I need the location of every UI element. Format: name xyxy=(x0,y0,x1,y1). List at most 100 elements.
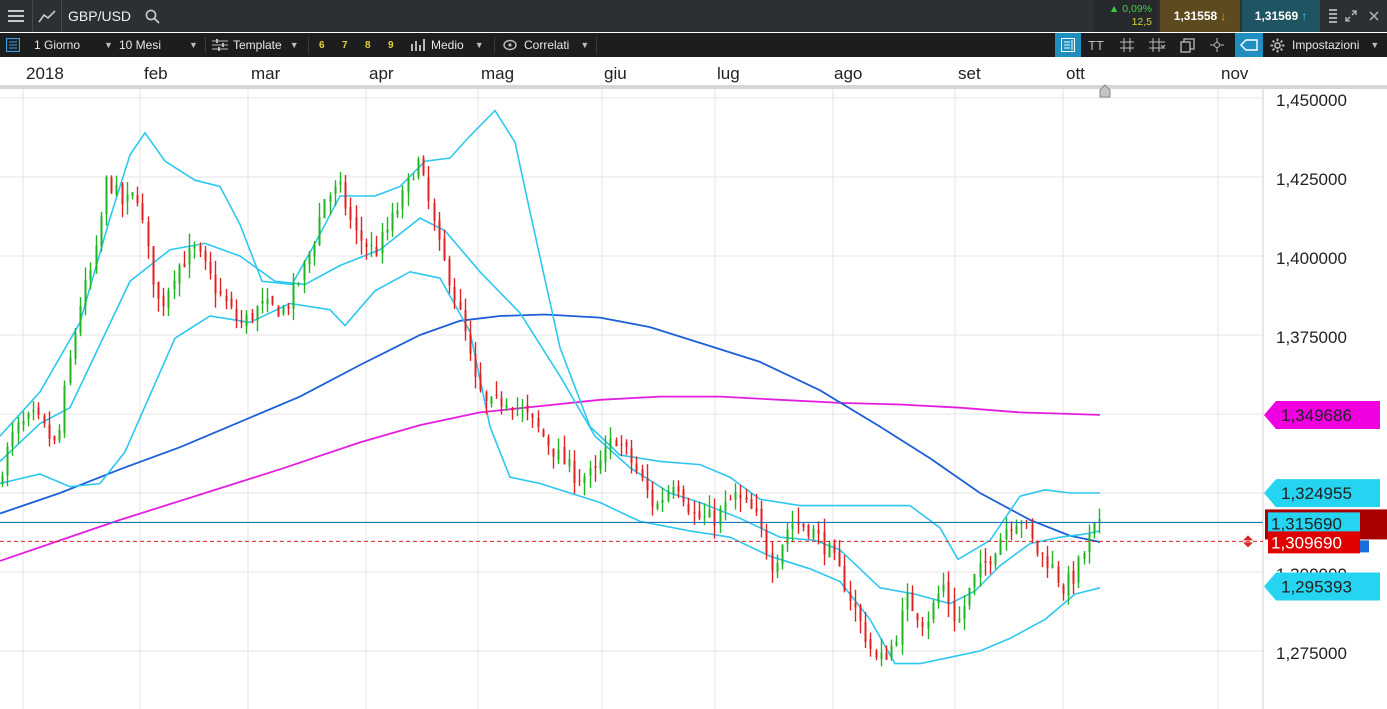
candle-body-down xyxy=(817,530,820,534)
candle-body-down xyxy=(511,408,514,411)
candle-body-up xyxy=(516,407,519,409)
candle-body-down xyxy=(271,296,274,304)
arrow-up-icon: ↑ xyxy=(1301,9,1308,23)
expand-icon[interactable] xyxy=(1340,0,1362,32)
candle-body-up xyxy=(74,333,77,359)
candle-body-down xyxy=(984,560,987,563)
sell-price-button[interactable]: 1,31558 ↓ xyxy=(1160,0,1240,32)
correlated-select[interactable]: Correlati ▼ xyxy=(503,33,589,57)
template-label: Template xyxy=(233,38,282,52)
candle-body-up xyxy=(412,179,415,181)
settings-button[interactable]: Impostazioni ▼ xyxy=(1270,33,1379,57)
candle-body-up xyxy=(505,405,508,408)
candle-body-down xyxy=(573,460,576,483)
candle-body-up xyxy=(329,195,332,202)
candle-body-up xyxy=(115,184,118,195)
crosshair-icon[interactable] xyxy=(1209,33,1225,57)
template-slot-7[interactable]: 7 xyxy=(342,33,348,57)
hamburger-menu-icon[interactable] xyxy=(0,0,33,32)
candle-body-down xyxy=(162,295,165,307)
indicator-lines xyxy=(0,109,1101,665)
candle-body-up xyxy=(667,490,670,501)
candle-body-down xyxy=(755,507,758,512)
candle-body-up xyxy=(126,194,129,202)
candle-body-down xyxy=(682,489,685,503)
candle-body-down xyxy=(474,354,477,378)
toolbar-divider xyxy=(205,37,206,53)
candle-body-down xyxy=(885,652,888,660)
candle-body-down xyxy=(838,551,841,567)
candle-body-up xyxy=(1077,557,1080,583)
search-icon[interactable] xyxy=(141,0,163,32)
candle-body-up xyxy=(994,553,997,565)
candle-body-down xyxy=(542,429,545,437)
candle-body-down xyxy=(443,238,446,260)
candle-body-up xyxy=(1005,529,1008,540)
candle-body-down xyxy=(869,638,872,649)
price-chart[interactable]: 1,450000 1,425000 1,400000 1,375000 1,30… xyxy=(0,89,1387,709)
instrument-symbol[interactable]: GBP/USD xyxy=(68,8,131,24)
text-size-icon[interactable]: TT xyxy=(1088,33,1104,57)
candle-body-up xyxy=(979,563,982,578)
price-label-icon[interactable] xyxy=(1235,33,1263,57)
candle-body-down xyxy=(698,511,701,519)
candle-body-down xyxy=(807,525,810,537)
candle-body-down xyxy=(147,221,150,247)
candle-body-up xyxy=(193,245,196,249)
candle-body-up xyxy=(245,314,248,327)
candle-body-up xyxy=(589,467,592,476)
candle-body-up xyxy=(386,229,389,233)
order-arrow-up-icon xyxy=(1243,535,1253,541)
candle-body-down xyxy=(214,274,217,294)
candle-body-down xyxy=(802,523,805,528)
candle-body-up xyxy=(381,232,384,254)
template-slot-6[interactable]: 6 xyxy=(319,33,325,57)
price-axis-toggle-icon[interactable] xyxy=(1055,33,1081,57)
candle-body-down xyxy=(750,499,753,509)
settings-label: Impostazioni xyxy=(1292,38,1360,52)
candle-body-up xyxy=(890,645,893,658)
candle-body-down xyxy=(365,243,368,248)
price-tag: 1,295393 xyxy=(1264,572,1380,601)
candle-body-down xyxy=(739,494,742,499)
candle-body-down xyxy=(495,394,498,396)
candle-body-up xyxy=(609,438,612,448)
close-icon[interactable] xyxy=(1363,0,1385,32)
month-label: apr xyxy=(369,64,394,83)
crosshair-grid-icon[interactable] xyxy=(1148,33,1166,57)
timeframe-select[interactable]: 1 Giorno ▼ xyxy=(34,33,113,57)
candle-body-down xyxy=(453,286,456,301)
candle-body-down xyxy=(953,600,956,622)
candle-body-down xyxy=(422,157,425,175)
template-slot-9[interactable]: 9 xyxy=(388,33,394,57)
copy-window-icon[interactable] xyxy=(1180,33,1195,57)
chart-toolbar: 1 Giorno ▼ 10 Mesi ▼ Template ▼ 6 7 8 9 … xyxy=(0,33,1387,57)
candle-body-up xyxy=(27,413,30,420)
candle-body-down xyxy=(864,621,867,643)
toolbar-divider xyxy=(308,37,309,53)
candle-body-up xyxy=(407,177,410,193)
candle-body-up xyxy=(599,460,602,470)
candle-body-down xyxy=(854,602,857,608)
averages-select[interactable]: Medio ▼ xyxy=(410,33,484,57)
candle-body-up xyxy=(401,190,404,209)
candle-body-down xyxy=(219,291,222,294)
candle-body-up xyxy=(895,641,898,645)
candle-body-down xyxy=(563,446,566,465)
range-select[interactable]: 10 Mesi ▼ xyxy=(119,33,198,57)
panel-toggle-icon[interactable] xyxy=(0,33,26,57)
time-axis: 2018 feb mar apr mag giu lug ago set ott… xyxy=(0,58,1387,89)
candlesticks xyxy=(1,155,1101,667)
template-select[interactable]: Template ▼ xyxy=(212,33,299,57)
candle-body-down xyxy=(230,298,233,307)
line-chart-icon[interactable] xyxy=(33,0,62,32)
gear-icon xyxy=(1270,38,1285,52)
buy-price-button[interactable]: 1,31569 ↑ xyxy=(1242,0,1320,32)
candle-body-down xyxy=(677,486,680,492)
candle-body-up xyxy=(661,499,664,503)
grid-icon[interactable] xyxy=(1119,33,1135,57)
template-slot-8[interactable]: 8 xyxy=(365,33,371,57)
candle-body-up xyxy=(266,298,269,304)
candle-body-up xyxy=(79,305,82,333)
candle-body-down xyxy=(427,177,430,201)
